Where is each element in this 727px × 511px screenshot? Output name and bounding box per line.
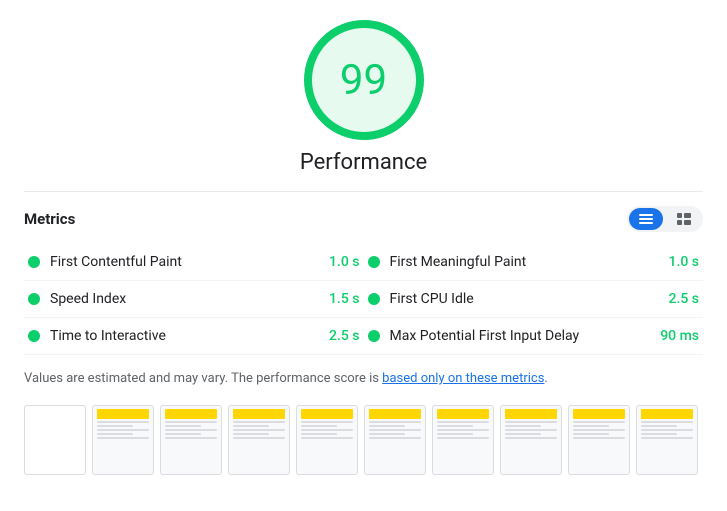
note-text-after: . (544, 371, 547, 386)
metric-name-fcp: First Contentful Paint (50, 254, 321, 270)
metric-value-fcp: 1.0 s (329, 254, 360, 270)
filmstrip-frame-9 (636, 405, 698, 475)
metric-dot-fci (368, 293, 380, 305)
filmstrip-frame-3 (228, 405, 290, 475)
metric-dot-si (28, 293, 40, 305)
metric-dot-tti (28, 330, 40, 342)
filmstrip-frame-8 (568, 405, 630, 475)
metric-row-fcp: First Contentful Paint 1.0 s (24, 244, 364, 281)
filmstrip-frame-6 (432, 405, 494, 475)
metrics-grid: First Contentful Paint 1.0 s First Meani… (24, 244, 703, 355)
metrics-header: Metrics (24, 191, 703, 232)
metric-dot-mpfid (368, 330, 380, 342)
filmstrip-frame-1 (92, 405, 154, 475)
metric-row-fci: First CPU Idle 2.5 s (364, 281, 704, 318)
view-toggle (627, 206, 703, 232)
note-link[interactable]: based only on these metrics (382, 371, 544, 386)
score-value: 99 (340, 56, 387, 105)
note-section: Values are estimated and may vary. The p… (24, 369, 703, 389)
metric-value-fmp: 1.0 s (669, 254, 700, 270)
list-view-button[interactable] (629, 208, 663, 230)
score-section: 99 Performance (24, 20, 703, 175)
filmstrip-frame-7 (500, 405, 562, 475)
score-label: Performance (300, 150, 427, 175)
score-circle: 99 (304, 20, 424, 140)
metric-name-fmp: First Meaningful Paint (390, 254, 661, 270)
grid-icon (677, 213, 691, 225)
list-icon (639, 213, 653, 225)
metric-row-fmp: First Meaningful Paint 1.0 s (364, 244, 704, 281)
metric-row-mpfid: Max Potential First Input Delay 90 ms (364, 318, 704, 355)
filmstrip-frame-2 (160, 405, 222, 475)
metric-value-fci: 2.5 s (669, 291, 700, 307)
metric-row-si: Speed Index 1.5 s (24, 281, 364, 318)
filmstrip-frame-5 (364, 405, 426, 475)
metrics-title: Metrics (24, 210, 75, 228)
metric-name-tti: Time to Interactive (50, 328, 321, 344)
metric-name-si: Speed Index (50, 291, 321, 307)
metric-row-tti: Time to Interactive 2.5 s (24, 318, 364, 355)
filmstrip (24, 405, 703, 475)
filmstrip-frame-4 (296, 405, 358, 475)
metric-dot-fmp (368, 256, 380, 268)
metric-value-si: 1.5 s (329, 291, 360, 307)
filmstrip-frame-0 (24, 405, 86, 475)
metric-name-fci: First CPU Idle (390, 291, 661, 307)
metric-value-tti: 2.5 s (329, 328, 360, 344)
note-text-before: Values are estimated and may vary. The p… (24, 371, 382, 386)
metric-value-mpfid: 90 ms (660, 328, 699, 344)
metric-name-mpfid: Max Potential First Input Delay (390, 328, 653, 344)
metric-dot-fcp (28, 256, 40, 268)
grid-view-button[interactable] (667, 208, 701, 230)
